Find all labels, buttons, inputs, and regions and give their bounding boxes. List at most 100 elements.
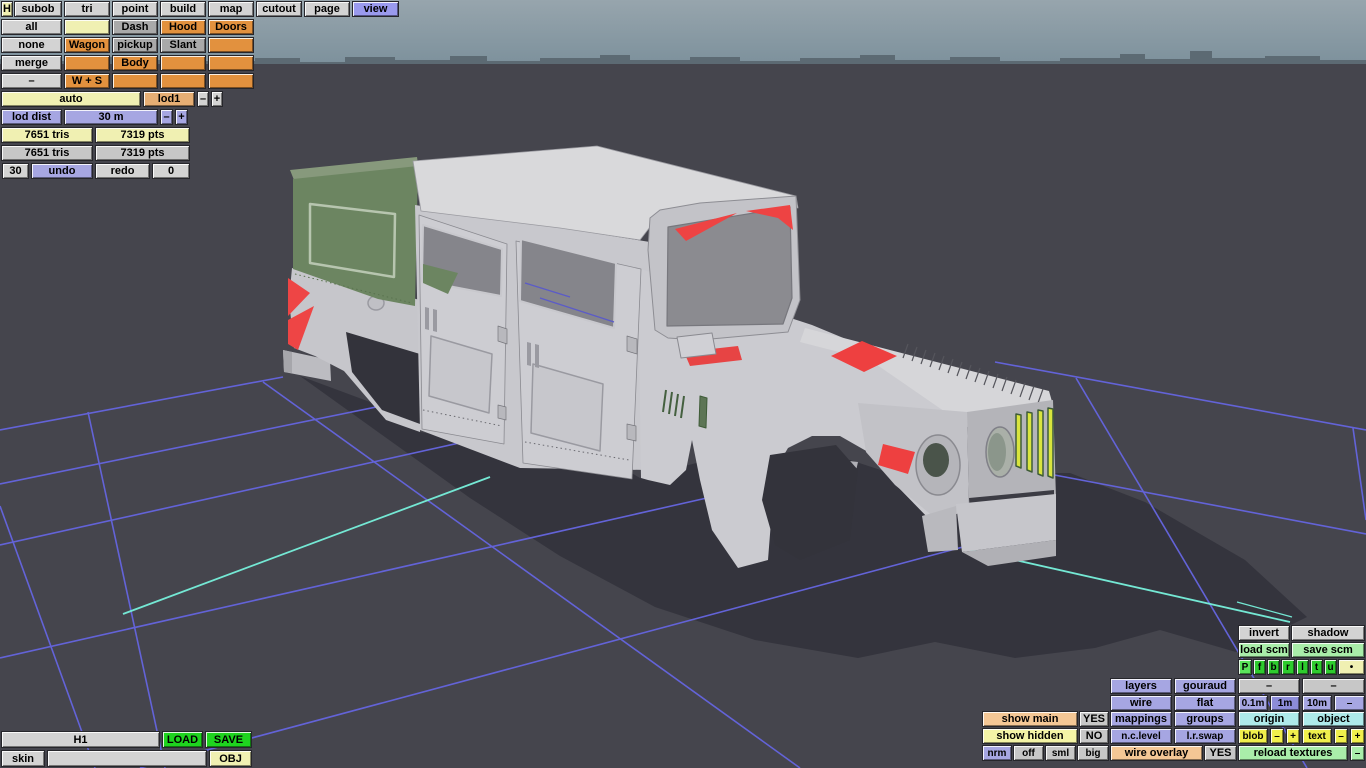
blob-minus-button[interactable]: – [1270,728,1284,744]
grid-dash-button[interactable]: – [1334,695,1365,711]
save-button[interactable]: SAVE [205,731,252,748]
view-perspective-button[interactable]: P [1238,659,1252,675]
view-under-button[interactable]: u [1324,659,1337,675]
subobject-slot-empty[interactable] [208,37,254,53]
nrm-off-button[interactable]: off [1013,745,1044,761]
nrm-big-button[interactable]: big [1077,745,1109,761]
undo-button[interactable]: undo [31,163,93,179]
lod-plus-button[interactable]: + [211,91,223,107]
headlight-right [988,433,1006,471]
load-scm-button[interactable]: load scm [1238,642,1290,658]
view-right-button[interactable]: r [1281,659,1295,675]
object-button[interactable]: object [1302,711,1365,727]
wire-button[interactable]: wire [1110,695,1172,711]
lr-swap-button[interactable]: l.r.swap [1174,728,1236,744]
groups-button[interactable]: groups [1174,711,1236,727]
text-button[interactable]: text [1302,728,1332,744]
origin-button[interactable]: origin [1238,711,1300,727]
subobject-slot-empty[interactable] [160,55,206,71]
tris-count-current: 7651 tris [1,127,93,143]
menu-item-tri[interactable]: tri [64,1,110,17]
view-dot-button[interactable]: • [1338,659,1365,675]
viewport-3d[interactable] [0,0,1366,768]
select-none-button[interactable]: none [1,37,62,53]
reload-dash-button[interactable]: – [1350,745,1365,761]
subobject-slot-empty[interactable] [208,55,254,71]
obj-export-button[interactable]: OBJ [209,750,252,767]
subobject-slot-empty[interactable] [208,73,254,89]
undo-count: 30 [2,163,29,179]
subobject-slot-empty[interactable] [64,55,110,71]
tris-count-total: 7651 tris [1,145,93,161]
lod-auto-button[interactable]: auto [1,91,141,107]
blob-plus-button[interactable]: + [1286,728,1300,744]
show-main-toggle[interactable]: YES [1079,711,1109,727]
view-top-button[interactable]: t [1310,659,1323,675]
save-scm-button[interactable]: save scm [1291,642,1365,658]
gouraud-button[interactable]: gouraud [1174,678,1236,694]
wire-overlay-toggle[interactable]: YES [1204,745,1237,761]
subobject-wands[interactable]: W + S [64,73,110,89]
subobject-hood[interactable]: Hood [160,19,206,35]
menu-item-subob[interactable]: subob [14,1,62,17]
menu-item-h[interactable]: H [1,1,13,17]
mirror [676,332,717,359]
view-front-button[interactable]: f [1253,659,1266,675]
model-name-field[interactable]: H1 [1,731,160,748]
wire-overlay-button[interactable]: wire overlay [1110,745,1203,761]
nrm-sml-button[interactable]: sml [1045,745,1076,761]
lod-dist-minus-button[interactable]: – [160,109,173,125]
load-button[interactable]: LOAD [162,731,203,748]
layers-button[interactable]: layers [1110,678,1172,694]
skin-label[interactable]: skin [1,750,45,767]
subobject-slot-empty[interactable] [112,73,158,89]
blob-button[interactable]: blob [1238,728,1268,744]
flat-button[interactable]: flat [1174,695,1236,711]
text-plus-button[interactable]: + [1350,728,1365,744]
reload-textures-button[interactable]: reload textures [1238,745,1348,761]
text-minus-button[interactable]: – [1334,728,1348,744]
minus-button[interactable]: – [1,73,62,89]
menu-item-view[interactable]: view [352,1,399,17]
dash-button-1[interactable]: – [1238,678,1300,694]
lod-dist-value[interactable]: 30 m [64,109,158,125]
front-door [515,238,642,480]
show-hidden-button[interactable]: show hidden [982,728,1078,744]
subobject-slot-empty[interactable] [64,19,110,35]
redo-button[interactable]: redo [95,163,150,179]
app-window: H subob tri point build map cutout page … [0,0,1366,768]
menu-item-map[interactable]: map [208,1,254,17]
subobject-pickup[interactable]: pickup [112,37,158,53]
subobject-doors[interactable]: Doors [208,19,254,35]
grid-10m-button[interactable]: 10m [1302,695,1332,711]
lod-current[interactable]: lod1 [143,91,195,107]
menu-item-page[interactable]: page [304,1,350,17]
dash-button-2[interactable]: – [1302,678,1365,694]
lod-dist-plus-button[interactable]: + [175,109,188,125]
show-main-button[interactable]: show main [982,711,1078,727]
menu-item-point[interactable]: point [112,1,158,17]
menu-item-cutout[interactable]: cutout [256,1,302,17]
skin-name-field[interactable] [47,750,207,767]
shadow-button[interactable]: shadow [1291,625,1365,641]
grid-1m-button[interactable]: 1m [1270,695,1300,711]
subobject-slot-empty[interactable] [160,73,206,89]
lod-dist-label[interactable]: lod dist [1,109,62,125]
subobject-wagon[interactable]: Wagon [64,37,110,53]
subobject-slant[interactable]: Slant [160,37,206,53]
mappings-button[interactable]: mappings [1110,711,1172,727]
invert-button[interactable]: invert [1238,625,1290,641]
view-back-button[interactable]: b [1267,659,1280,675]
view-left-button[interactable]: l [1296,659,1309,675]
lod-minus-button[interactable]: – [197,91,209,107]
subobject-dash[interactable]: Dash [112,19,158,35]
menu-item-build[interactable]: build [160,1,206,17]
nrm-button[interactable]: nrm [982,745,1012,761]
subobject-body[interactable]: Body [112,55,158,71]
show-hidden-toggle[interactable]: NO [1079,728,1109,744]
grid-0-1m-button[interactable]: 0.1m [1238,695,1268,711]
select-all-button[interactable]: all [1,19,62,35]
merge-button[interactable]: merge [1,55,62,71]
pts-count-total: 7319 pts [95,145,190,161]
nc-level-button[interactable]: n.c.level [1110,728,1172,744]
